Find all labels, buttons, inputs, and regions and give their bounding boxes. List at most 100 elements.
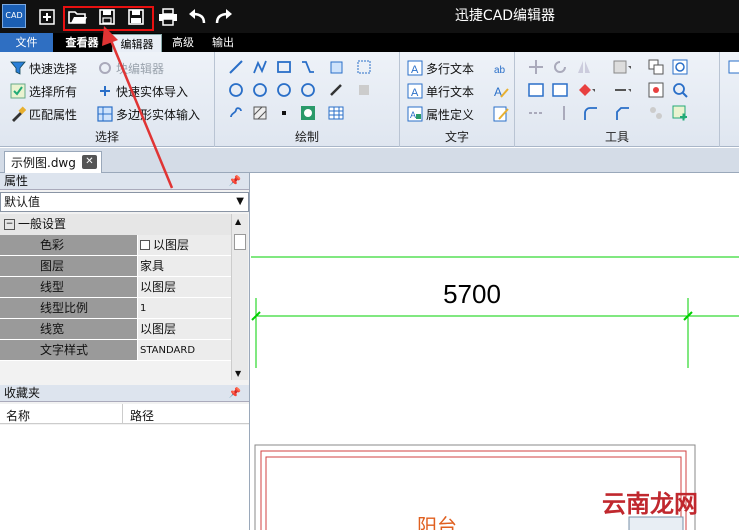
block-editor-label: 块编辑器 bbox=[116, 61, 165, 76]
trim-icon[interactable] bbox=[555, 104, 573, 122]
property-category[interactable]: − 一般设置 bbox=[0, 214, 231, 235]
group-icon[interactable] bbox=[647, 104, 665, 122]
zoom-window-icon[interactable] bbox=[671, 58, 689, 76]
tab-advanced[interactable]: 高级 bbox=[166, 33, 200, 52]
select-all-button[interactable]: 选择所有 bbox=[10, 81, 77, 101]
match-properties-button[interactable]: 匹配属性 bbox=[10, 104, 77, 124]
lineweight-dropdown-icon[interactable] bbox=[613, 81, 631, 99]
property-value[interactable]: STANDARD bbox=[138, 340, 231, 360]
app-icon-label: CAD bbox=[5, 11, 23, 20]
property-row[interactable]: 线型比例 1 bbox=[0, 298, 231, 319]
document-tab[interactable]: 示例图.dwg ✕ bbox=[4, 151, 102, 173]
block-editor-button[interactable]: 块编辑器 bbox=[97, 58, 164, 78]
table-icon[interactable] bbox=[327, 104, 345, 122]
print-icon[interactable] bbox=[157, 6, 179, 28]
stext-button[interactable]: A 单行文本 bbox=[407, 81, 474, 101]
color-swatch-icon bbox=[140, 240, 150, 250]
text-modify-icon[interactable] bbox=[492, 105, 510, 123]
properties-filter-select[interactable]: 默认值 ▼ bbox=[0, 192, 249, 212]
stretch-icon[interactable] bbox=[527, 104, 545, 122]
column-name[interactable]: 名称 bbox=[6, 407, 30, 424]
property-name: 线型 bbox=[0, 277, 138, 297]
pencil-icon[interactable] bbox=[327, 81, 345, 99]
rectangle-icon[interactable] bbox=[275, 58, 293, 76]
quick-select-button[interactable]: 快速选择 bbox=[10, 58, 77, 78]
redo-icon[interactable] bbox=[213, 6, 235, 28]
tab-output[interactable]: 输出 bbox=[206, 33, 240, 52]
scroll-up-icon[interactable]: ▲ bbox=[235, 217, 241, 226]
zoom-icon[interactable] bbox=[671, 81, 689, 99]
properties-filter-value: 默认值 bbox=[4, 195, 41, 209]
scroll-down-icon[interactable]: ▼ bbox=[235, 369, 241, 378]
mtext-button[interactable]: A 多行文本 bbox=[407, 58, 474, 78]
color-picker-icon[interactable] bbox=[577, 81, 595, 99]
point-icon[interactable] bbox=[275, 104, 293, 122]
cad-app-icon[interactable]: CAD bbox=[2, 4, 26, 28]
dimension-text[interactable]: 5700 bbox=[443, 279, 501, 309]
window-icon[interactable] bbox=[527, 81, 545, 99]
property-row[interactable]: 线宽 以图层 bbox=[0, 319, 231, 340]
revision-cloud-icon[interactable] bbox=[227, 104, 245, 122]
property-name: 色彩 bbox=[0, 235, 138, 255]
property-value[interactable]: 以图层 bbox=[138, 277, 231, 297]
chamfer-icon[interactable] bbox=[613, 104, 631, 122]
fast-entity-import-button[interactable]: 快速实体导入 bbox=[97, 81, 188, 101]
room-label[interactable]: 阳台 bbox=[417, 514, 457, 530]
hatch-icon[interactable] bbox=[251, 104, 269, 122]
drawing-canvas[interactable]: 5700 阳台 bbox=[251, 173, 739, 530]
tab-viewer[interactable]: 查看器 bbox=[60, 33, 104, 52]
block-insert-icon[interactable] bbox=[355, 81, 373, 99]
ribbon-group-tools: 工具 bbox=[515, 52, 720, 147]
polyline-icon[interactable] bbox=[251, 58, 269, 76]
property-row[interactable]: 文字样式 STANDARD bbox=[0, 340, 231, 361]
arc-icon[interactable] bbox=[275, 81, 293, 99]
pin-icon[interactable]: 📌 bbox=[229, 173, 241, 190]
attdef-label: 属性定义 bbox=[426, 107, 475, 122]
attdef-button[interactable]: A 属性定义 bbox=[407, 104, 474, 124]
tab-file[interactable]: 文件 bbox=[0, 33, 53, 52]
svg-text:A: A bbox=[411, 87, 419, 99]
property-row[interactable]: 色彩 以图层 bbox=[0, 235, 231, 256]
undo-icon[interactable] bbox=[186, 6, 208, 28]
tab-editor[interactable]: 编辑器 bbox=[112, 34, 162, 52]
mirror-icon[interactable] bbox=[575, 58, 593, 76]
move-icon[interactable] bbox=[527, 58, 545, 76]
extra-tool-icon[interactable] bbox=[726, 58, 739, 76]
text-edit-icon[interactable]: A bbox=[492, 82, 510, 100]
polygon-entity-input-button[interactable]: 多边形实体输入 bbox=[97, 104, 200, 124]
column-path[interactable]: 路径 bbox=[130, 407, 154, 424]
ribbon-group-draw: 绘制 bbox=[215, 52, 400, 147]
region-icon[interactable] bbox=[355, 58, 373, 76]
property-value[interactable]: 1 bbox=[138, 298, 231, 318]
rotate-icon[interactable] bbox=[551, 58, 569, 76]
property-row[interactable]: 线型 以图层 bbox=[0, 277, 231, 298]
scroll-thumb[interactable] bbox=[234, 234, 246, 250]
hatch-fill-icon[interactable] bbox=[327, 58, 345, 76]
donut-icon[interactable] bbox=[299, 81, 317, 99]
circle-icon[interactable] bbox=[227, 81, 245, 99]
ribbon: 快速选择 块编辑器 选择所有 快速实体导入 匹配属性 多边形实体输入 选择 绘制… bbox=[0, 52, 739, 147]
add-block-icon[interactable] bbox=[671, 104, 689, 122]
new-icon[interactable] bbox=[36, 6, 58, 28]
property-value[interactable]: 家具 bbox=[138, 256, 231, 276]
text-style-icon[interactable]: ab bbox=[492, 59, 510, 77]
fillet-icon[interactable] bbox=[581, 104, 599, 122]
property-value[interactable]: 以图层 bbox=[138, 235, 231, 255]
window2-icon[interactable] bbox=[551, 81, 569, 99]
property-scrollbar[interactable]: ▲ ▼ bbox=[231, 214, 248, 380]
ribbon-group-text: A 多行文本 A 单行文本 A 属性定义 ab A 文字 bbox=[400, 52, 515, 147]
image-insert-icon[interactable] bbox=[299, 104, 317, 122]
close-icon[interactable]: ✕ bbox=[82, 155, 97, 169]
layer-dropdown-icon[interactable] bbox=[613, 58, 631, 76]
ellipse-icon[interactable] bbox=[251, 81, 269, 99]
property-name: 线宽 bbox=[0, 319, 138, 339]
explode-icon[interactable] bbox=[647, 81, 665, 99]
property-value[interactable]: 以图层 bbox=[138, 319, 231, 339]
spline-icon[interactable] bbox=[299, 58, 317, 76]
collapse-icon[interactable]: − bbox=[4, 219, 15, 230]
pin-icon[interactable]: 📌 bbox=[229, 385, 241, 402]
copy-icon[interactable] bbox=[647, 58, 665, 76]
line-icon[interactable] bbox=[227, 58, 245, 76]
property-row[interactable]: 图层 家具 bbox=[0, 256, 231, 277]
grid-select-icon bbox=[97, 106, 113, 122]
